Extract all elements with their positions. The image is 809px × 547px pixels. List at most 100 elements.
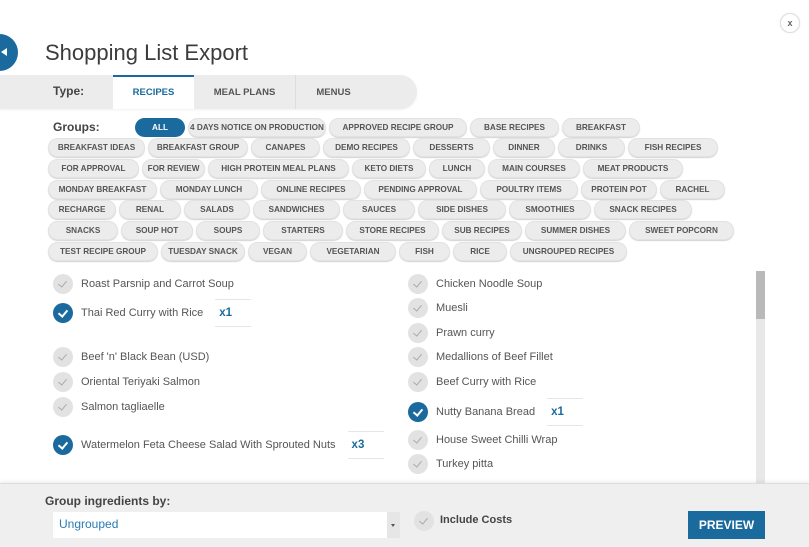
group-chip[interactable]: RECHARGE xyxy=(48,200,116,219)
group-chip[interactable]: CANAPES xyxy=(251,138,320,157)
group-chip[interactable]: FOR REVIEW xyxy=(142,159,205,178)
quantity-input[interactable]: x1 xyxy=(215,299,252,327)
group-chip[interactable]: SNACKS xyxy=(48,221,118,240)
checkbox-unchecked-icon[interactable] xyxy=(53,372,73,392)
group-chip[interactable]: DEMO RECIPES xyxy=(323,138,410,157)
group-ingredients-select[interactable]: Ungrouped xyxy=(53,512,400,538)
checkbox-unchecked-icon[interactable] xyxy=(408,430,428,450)
recipe-item[interactable]: Nutty Banana Bread x1 xyxy=(408,398,584,426)
recipe-item[interactable]: Beef Curry with Rice xyxy=(408,372,536,392)
group-chip[interactable]: RICE xyxy=(453,242,507,261)
recipe-item[interactable]: Prawn curry xyxy=(408,323,495,343)
group-chip[interactable]: BREAKFAST xyxy=(562,118,640,137)
group-chip-row: MONDAY BREAKFAST MONDAY LUNCH ONLINE RECIP… xyxy=(48,180,728,200)
tab-menus[interactable]: MENUS xyxy=(296,75,371,109)
group-chip[interactable]: SIDE DISHES xyxy=(418,200,506,219)
recipe-item[interactable]: Muesli xyxy=(408,298,468,318)
recipe-item[interactable]: Salmon tagliaelle xyxy=(53,397,165,417)
group-chip[interactable]: SNACK RECIPES xyxy=(594,200,692,219)
group-chip[interactable]: BASE RECIPES xyxy=(470,118,559,137)
group-ingredients-value: Ungrouped xyxy=(59,517,119,531)
close-button[interactable]: x xyxy=(780,13,800,33)
include-costs-checkbox[interactable] xyxy=(414,511,434,531)
group-chip[interactable]: PROTEIN POT xyxy=(581,180,657,199)
recipe-item[interactable]: Medallions of Beef Fillet xyxy=(408,347,553,367)
preview-button[interactable]: PREVIEW xyxy=(688,511,765,539)
checkbox-unchecked-icon[interactable] xyxy=(53,274,73,294)
checkbox-unchecked-icon[interactable] xyxy=(408,298,428,318)
include-costs-label[interactable]: Include Costs xyxy=(440,514,512,526)
group-chip-row: FOR APPROVAL FOR REVIEW HIGH PROTEIN MEAL … xyxy=(48,159,686,179)
group-chip[interactable]: SOUP HOT xyxy=(121,221,193,240)
recipe-name: Thai Red Curry with Rice xyxy=(81,307,204,319)
group-chip[interactable]: MEAT PRODUCTS xyxy=(583,159,683,178)
checkbox-unchecked-icon[interactable] xyxy=(408,454,428,474)
recipe-item[interactable]: Oriental Teriyaki Salmon xyxy=(53,372,200,392)
checkbox-unchecked-icon[interactable] xyxy=(408,274,428,294)
recipe-item[interactable]: Watermelon Feta Cheese Salad With Sprout… xyxy=(53,431,384,459)
group-chip[interactable]: RACHEL xyxy=(660,180,725,199)
group-chip[interactable]: RENAL xyxy=(119,200,181,219)
group-chip[interactable]: SAUCES xyxy=(343,200,415,219)
group-chip[interactable]: BREAKFAST GROUP xyxy=(148,138,248,157)
group-chip[interactable]: DINNER xyxy=(493,138,555,157)
group-chip[interactable]: BREAKFAST IDEAS xyxy=(48,138,145,157)
recipe-name: Oriental Teriyaki Salmon xyxy=(81,376,201,388)
group-chip[interactable]: 4 DAYS NOTICE ON PRODUCTION xyxy=(188,118,326,137)
group-chip[interactable]: ALL xyxy=(135,118,185,137)
checkbox-unchecked-icon[interactable] xyxy=(53,397,73,417)
footer-bar: Group ingredients by: Ungrouped Include … xyxy=(0,483,809,547)
checkbox-unchecked-icon[interactable] xyxy=(53,347,73,367)
group-chip[interactable]: FOR APPROVAL xyxy=(48,159,139,178)
group-chip[interactable]: STORE RECIPES xyxy=(346,221,439,240)
group-chip[interactable]: MONDAY BREAKFAST xyxy=(48,180,157,199)
back-button[interactable] xyxy=(0,34,18,71)
recipe-item[interactable]: Chicken Noodle Soup xyxy=(408,274,542,294)
group-chip[interactable]: KETO DIETS xyxy=(352,159,426,178)
group-chip[interactable]: STARTERS xyxy=(263,221,343,240)
checkbox-checked-icon[interactable] xyxy=(408,402,428,422)
group-chip[interactable]: ONLINE RECIPES xyxy=(261,180,361,199)
recipe-item[interactable]: Beef 'n' Black Bean (USD) xyxy=(53,347,209,367)
recipe-item[interactable]: Thai Red Curry with Rice x1 xyxy=(53,299,252,327)
group-chip[interactable]: TEST RECIPE GROUP xyxy=(48,242,158,261)
group-chip[interactable]: VEGETARIAN xyxy=(310,242,396,261)
checkbox-checked-icon[interactable] xyxy=(53,303,73,323)
group-chip[interactable]: SMOOTHIES xyxy=(509,200,591,219)
group-chip[interactable]: SOUPS xyxy=(196,221,260,240)
recipe-item[interactable]: Turkey pitta xyxy=(408,454,493,474)
group-chip[interactable]: SWEET POPCORN xyxy=(629,221,734,240)
recipe-name: Chicken Noodle Soup xyxy=(436,278,543,290)
group-chip[interactable]: LUNCH xyxy=(429,159,485,178)
checkbox-unchecked-icon[interactable] xyxy=(408,323,428,343)
recipe-name: Prawn curry xyxy=(436,327,495,339)
group-chip[interactable]: APPROVED RECIPE GROUP xyxy=(329,118,467,137)
group-chip[interactable]: TUESDAY SNACK xyxy=(161,242,245,261)
tab-meal-plans[interactable]: MEAL PLANS xyxy=(194,75,296,109)
group-chip[interactable]: SUB RECIPES xyxy=(442,221,522,240)
group-chip[interactable]: DRINKS xyxy=(558,138,625,157)
group-chip[interactable]: DESSERTS xyxy=(413,138,490,157)
group-chip[interactable]: MONDAY LUNCH xyxy=(160,180,258,199)
group-chip[interactable]: POULTRY ITEMS xyxy=(480,180,578,199)
tab-recipes[interactable]: RECIPES xyxy=(113,75,194,109)
checkbox-unchecked-icon[interactable] xyxy=(408,347,428,367)
group-chip[interactable]: SUMMER DISHES xyxy=(525,221,626,240)
checkbox-unchecked-icon[interactable] xyxy=(408,372,428,392)
recipe-list: Roast Parsnip and Carrot Soup Thai Red Cu… xyxy=(0,268,809,483)
group-chip[interactable]: FISH xyxy=(399,242,450,261)
group-chip[interactable]: UNGROUPED RECIPES xyxy=(510,242,627,261)
quantity-input[interactable]: x3 xyxy=(347,431,384,459)
scrollbar-thumb[interactable] xyxy=(756,271,765,319)
quantity-input[interactable]: x1 xyxy=(547,398,584,426)
group-chip[interactable]: SANDWICHES xyxy=(253,200,340,219)
group-chip[interactable]: MAIN COURSES xyxy=(488,159,580,178)
group-chip[interactable]: VEGAN xyxy=(248,242,307,261)
group-chip[interactable]: PENDING APPROVAL xyxy=(364,180,477,199)
recipe-item[interactable]: Roast Parsnip and Carrot Soup xyxy=(53,274,234,294)
recipe-item[interactable]: House Sweet Chilli Wrap xyxy=(408,430,557,450)
group-chip[interactable]: FISH RECIPES xyxy=(628,138,718,157)
group-chip[interactable]: SALADS xyxy=(184,200,250,219)
checkbox-checked-icon[interactable] xyxy=(53,435,73,455)
group-chip[interactable]: HIGH PROTEIN MEAL PLANS xyxy=(208,159,349,178)
